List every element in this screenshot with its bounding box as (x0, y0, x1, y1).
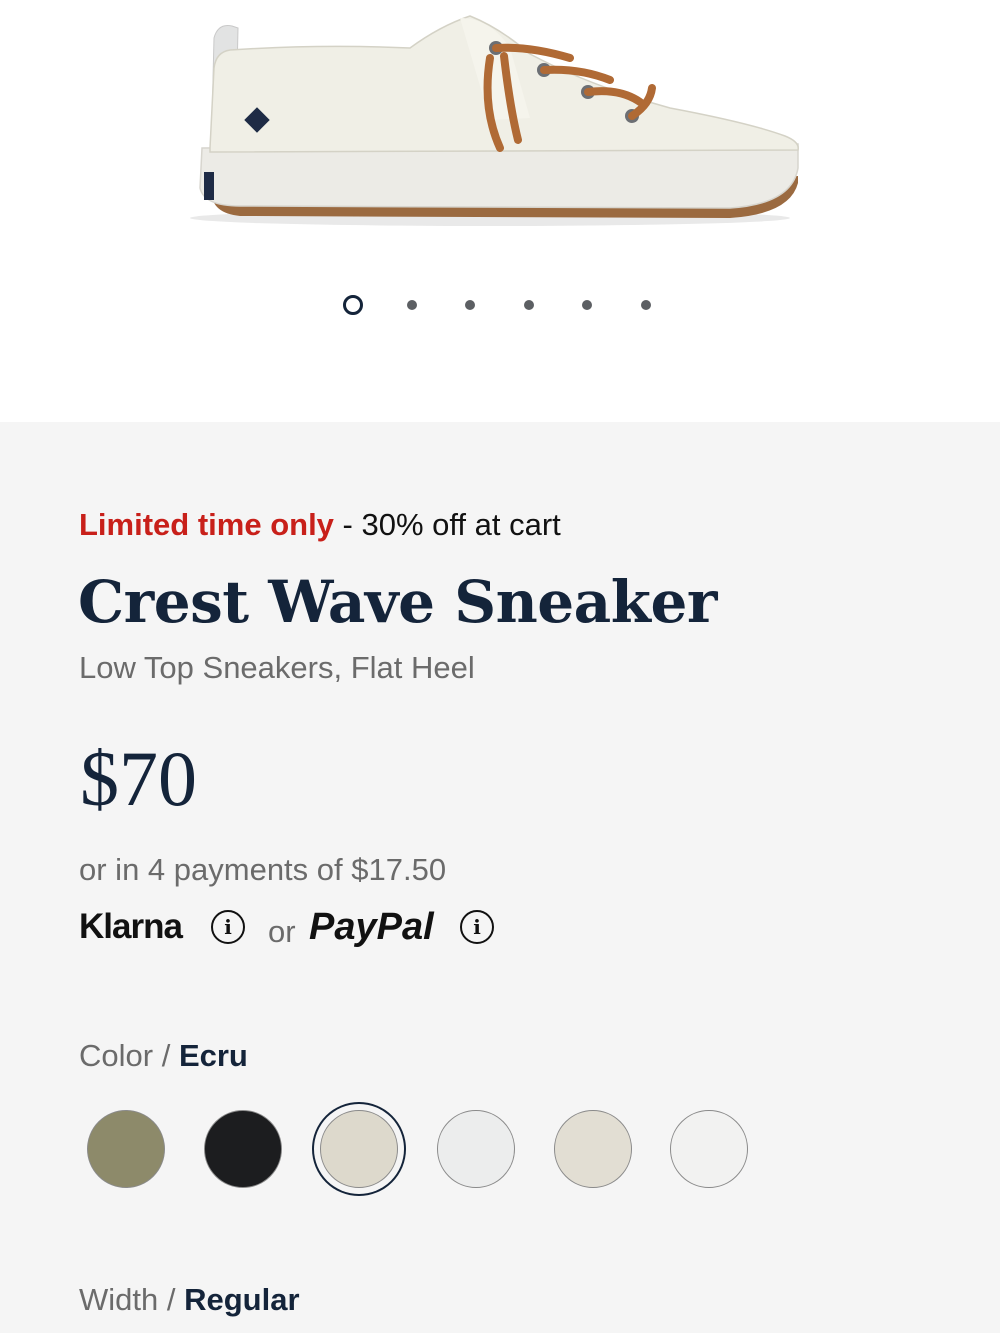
promo-text: - 30% off at cart (333, 507, 561, 542)
color-swatch-black[interactable] (204, 1110, 282, 1188)
promo-highlight: Limited time only (79, 507, 334, 542)
product-gallery[interactable] (0, 0, 1000, 422)
product-image[interactable] (170, 8, 810, 236)
gallery-pagination (0, 294, 1000, 316)
color-swatch-stone[interactable] (554, 1110, 632, 1188)
paypal-logo: PayPal (309, 906, 434, 948)
color-swatch-white[interactable] (670, 1110, 748, 1188)
gallery-dot[interactable] (465, 300, 475, 310)
paypal-info-icon[interactable]: i (460, 910, 494, 944)
gallery-dot[interactable] (641, 300, 651, 310)
installments-text: or in 4 payments of $17.50 (79, 852, 447, 887)
color-separator: / (153, 1038, 179, 1073)
color-label: Color / Ecru (79, 1036, 248, 1076)
payment-options: Klarna i or PayPal i (79, 904, 599, 950)
color-label-text: Color (79, 1038, 154, 1073)
product-subtitle: Low Top Sneakers, Flat Heel (79, 650, 475, 685)
width-label-text: Width (79, 1282, 159, 1317)
promo-banner: Limited time only - 30% off at cart (79, 506, 561, 544)
product-info: Limited time only - 30% off at cart Cres… (0, 422, 1000, 1333)
klarna-logo: Klarna (79, 907, 183, 946)
color-swatch-ecru[interactable] (320, 1110, 398, 1188)
gallery-dot[interactable] (524, 300, 534, 310)
gallery-dot[interactable] (407, 300, 417, 310)
selected-color-name: Ecru (178, 1038, 248, 1073)
color-swatch-olive[interactable] (87, 1110, 165, 1188)
payment-or-text: or (268, 914, 296, 949)
product-title: Crest Wave Sneaker (78, 568, 717, 636)
width-separator: / (158, 1282, 185, 1317)
color-swatch-light-gray[interactable] (437, 1110, 515, 1188)
width-label: Width / Regular (79, 1280, 300, 1320)
gallery-dot-active[interactable] (343, 295, 363, 315)
product-price: $70 (80, 735, 197, 822)
selected-width-name: Regular (184, 1282, 300, 1317)
gallery-dot[interactable] (582, 300, 592, 310)
klarna-info-icon[interactable]: i (211, 910, 245, 944)
